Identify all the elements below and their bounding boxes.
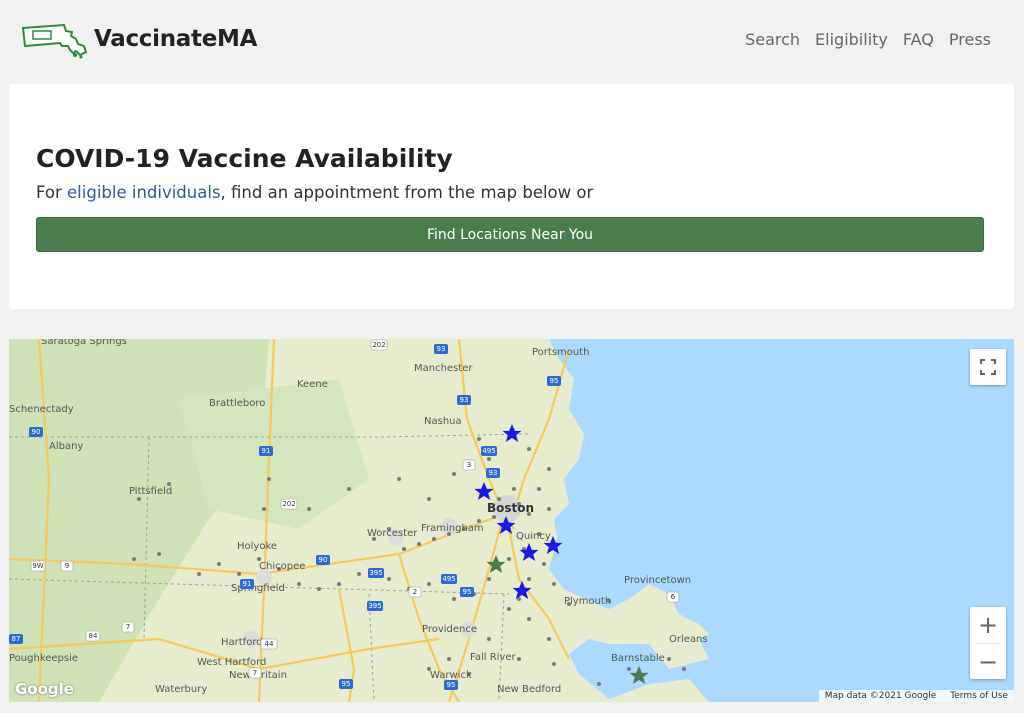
place-label: Albany [49,441,83,452]
place-label: Worcester [367,528,418,539]
availability-card: COVID-19 Vaccine Availability For eligib… [9,84,1014,309]
place-label: New Bedford [497,684,561,695]
place-label: Plymouth [564,596,611,607]
place-label: Pittsfield [129,486,172,497]
place-label: Orleans [669,634,708,645]
highway-shield: 395 [368,602,381,610]
highway-shield: 202 [372,341,385,349]
place-label: Poughkeepsie [9,653,78,664]
place-label: Saratoga Springs [41,339,127,347]
place-label: Schenectady [9,404,74,415]
site-header: VaccinateMA Search Eligibility FAQ Press [0,0,1024,80]
place-label: Nashua [424,416,462,427]
brand-name[interactable]: VaccinateMA [94,26,257,52]
place-label: Hartford [221,637,263,648]
place-label: Chicopee [259,561,305,572]
nav-search[interactable]: Search [745,30,800,49]
place-label: Boston [487,501,534,515]
highway-shield: 495 [482,447,495,455]
place-label: Manchester [414,363,473,374]
subtitle-prefix: For [36,183,68,202]
highway-shield: 2 [413,588,417,596]
highway-shield: 95 [342,680,351,688]
place-label: Quincy [516,531,551,542]
find-locations-button[interactable]: Find Locations Near You [36,217,984,252]
place-label: Holyoke [237,541,277,552]
place-label: Provincetown [624,575,691,586]
highway-shield: 7 [126,623,130,631]
highway-shield: 495 [442,575,455,583]
map-data-credit: Map data ©2021 Google [824,691,937,701]
highway-shield: 9W [32,562,43,570]
highway-shield: 44 [265,640,274,648]
nav-press[interactable]: Press [949,30,991,49]
fullscreen-button[interactable] [970,349,1006,385]
terms-of-use-link[interactable]: Terms of Use [950,691,1008,701]
vaccine-map[interactable]: Saratoga Springs Manchester Portsmouth K… [9,339,1014,702]
highway-shield: 91 [262,447,271,455]
highway-shield: 7 [253,669,257,677]
subtitle-suffix: , find an appointment from the map below… [220,183,594,202]
highway-shield: 84 [89,632,98,640]
place-label: Brattleboro [209,398,265,409]
main-nav: Search Eligibility FAQ Press [745,30,991,49]
highway-shield: 93 [460,396,469,404]
place-label: Barnstable [611,653,665,664]
place-label: Keene [297,379,328,390]
zoom-control: + − [970,607,1006,679]
highway-shield: 9 [65,562,69,570]
highway-shield: 202 [282,500,295,508]
page-title: COVID-19 Vaccine Availability [36,144,453,173]
fullscreen-icon [980,359,996,375]
place-label: Fall River [470,652,516,663]
zoom-out-button[interactable]: − [970,644,1006,680]
highway-shield: 90 [319,556,328,564]
massachusetts-logo-icon[interactable] [20,22,88,60]
place-label: Warwick [430,670,472,681]
highway-shield: 6 [671,593,676,601]
highway-shield: 93 [437,345,446,353]
subtitle: For eligible individuals, find an appoin… [36,183,593,202]
map-canvas[interactable]: Saratoga Springs Manchester Portsmouth K… [9,339,1014,702]
ocean [549,339,1014,702]
highway-shield: 395 [369,569,382,577]
map-attribution: Map data ©2021 Google Terms of Use [818,690,1014,702]
place-label: Portsmouth [532,347,590,358]
highway-shield: 95 [447,681,456,689]
nav-faq[interactable]: FAQ [903,30,934,49]
highway-shield: 3 [467,461,471,469]
highway-shield: 93 [489,469,498,477]
place-label: West Hartford [197,657,266,668]
place-label: Providence [422,624,477,635]
place-label: Waterbury [155,684,207,695]
nav-eligibility[interactable]: Eligibility [815,30,888,49]
place-label: Springfield [231,583,285,594]
highway-shield: 90 [32,428,41,436]
google-logo[interactable]: Google [15,680,74,698]
highway-shield: 95 [550,377,559,385]
eligible-individuals-link[interactable]: eligible individuals [67,183,221,202]
highway-shield: 95 [463,588,472,596]
highway-shield: 87 [12,635,21,643]
place-label: Framingham [421,523,484,534]
highway-shield: 91 [243,580,252,588]
zoom-in-button[interactable]: + [970,607,1006,643]
